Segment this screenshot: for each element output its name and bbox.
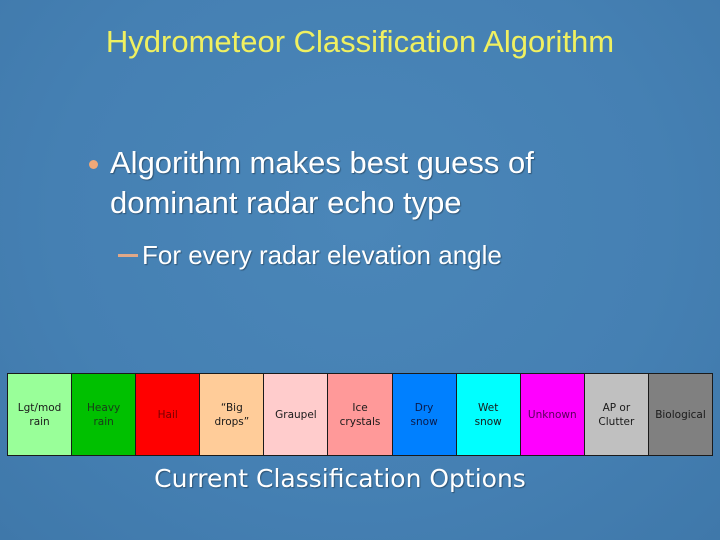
strip-caption: Current Classification Options — [154, 464, 526, 493]
sub-bullet-text: For every radar elevation angle — [142, 240, 502, 270]
classification-cell: Unknown — [520, 374, 585, 455]
bullet-dash-icon — [118, 254, 138, 257]
bullet-dot-icon — [89, 160, 98, 169]
classification-cell: Ice crystals — [328, 374, 393, 455]
classification-strip: Lgt/mod rain Heavy rain Hail “Big drops” Gra… — [7, 373, 713, 456]
bullet-level-2: For every radar elevation angle — [116, 238, 636, 272]
classification-cell: Graupel — [264, 374, 329, 455]
classification-cell: Lgt/mod rain — [8, 374, 73, 455]
bullet-level-1: Algorithm makes best guess of dominant r… — [82, 143, 642, 223]
bullet-text: Algorithm makes best guess of dominant r… — [110, 145, 534, 220]
classification-cell: Heavy rain — [72, 374, 137, 455]
classification-cell: Biological — [648, 374, 713, 455]
classification-cell: “Big drops” — [200, 374, 265, 455]
classification-cell: Hail — [136, 374, 201, 455]
classification-cell: Dry snow — [392, 374, 457, 455]
slide-title: Hydrometeor Classification Algorithm — [105, 24, 615, 59]
classification-cell: AP or Clutter — [584, 374, 649, 455]
classification-cell: Wet snow — [456, 374, 521, 455]
